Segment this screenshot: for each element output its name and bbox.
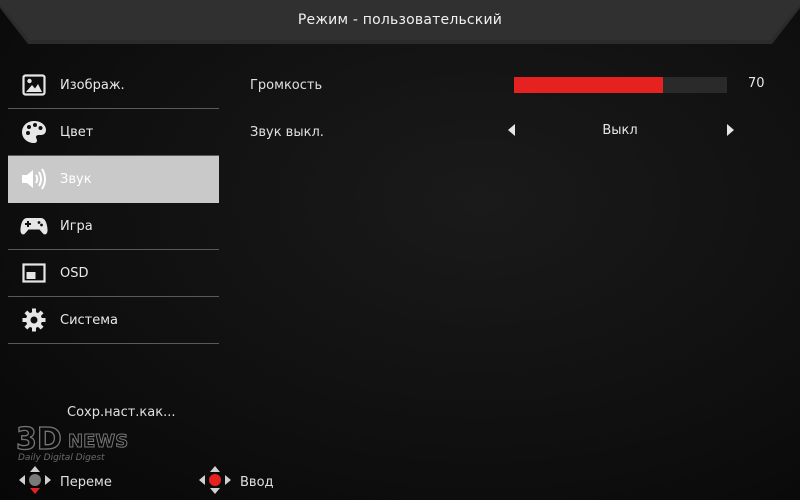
image-icon [20,71,48,99]
sidebar-item-osd[interactable]: OSD [8,250,219,297]
enter-dpad-icon [198,465,232,499]
svg-text:3D: 3D [16,423,62,453]
hint-enter-label: Ввод [240,474,274,490]
mute-label: Звук выкл. [250,124,324,140]
arrow-right-icon[interactable] [727,124,734,136]
watermark-tagline: Daily Digital Digest [18,453,105,463]
osd-window-icon [20,259,48,287]
navigate-dpad-icon [18,465,52,499]
sidebar-item-game[interactable]: Игра [8,203,219,250]
hint-move-label: Переме [60,474,112,490]
sidebar-item-label: OSD [60,265,89,281]
sidebar-item-sound[interactable]: Звук [8,156,219,203]
sidebar-item-image[interactable]: Изображ. [8,62,219,109]
volume-row[interactable]: Громкость [250,73,322,97]
hint-enter: Ввод [198,465,274,499]
arrow-left-icon[interactable] [508,124,515,136]
title-bar: Режим - пользовательский [0,0,800,48]
palette-icon [20,118,48,146]
save-settings-as-button[interactable]: Сохр.наст.как... [67,405,176,420]
svg-text:NEWS: NEWS [68,431,128,452]
osd-screen: Режим - пользовательский Изображ. Цвет З… [0,0,800,500]
sidebar-item-label: Игра [60,218,93,234]
sidebar-item-label: Звук [60,171,92,187]
sidebar-item-color[interactable]: Цвет [8,109,219,156]
gamepad-icon [20,212,48,240]
page-title: Режим - пользовательский [297,12,503,28]
speaker-icon [20,165,48,193]
volume-value: 70 [748,76,765,91]
volume-slider-fill [514,77,664,93]
mute-value: Выкл [602,123,638,138]
volume-slider[interactable] [514,77,727,93]
hint-move: Переме [18,465,112,499]
sidebar-item-system[interactable]: Система [8,297,219,344]
sidebar-item-label: Система [60,312,119,328]
mute-row[interactable]: Звук выкл. [250,120,324,144]
sidebar-item-label: Изображ. [60,77,125,93]
sidebar-item-label: Цвет [60,124,94,140]
volume-label: Громкость [250,77,323,93]
gear-icon [20,306,48,334]
watermark: 3D NEWS Daily Digital Digest [14,421,144,469]
watermark-logo: 3D NEWS [15,421,128,457]
sidebar: Изображ. Цвет Звук Игра OSD Система [8,62,219,344]
